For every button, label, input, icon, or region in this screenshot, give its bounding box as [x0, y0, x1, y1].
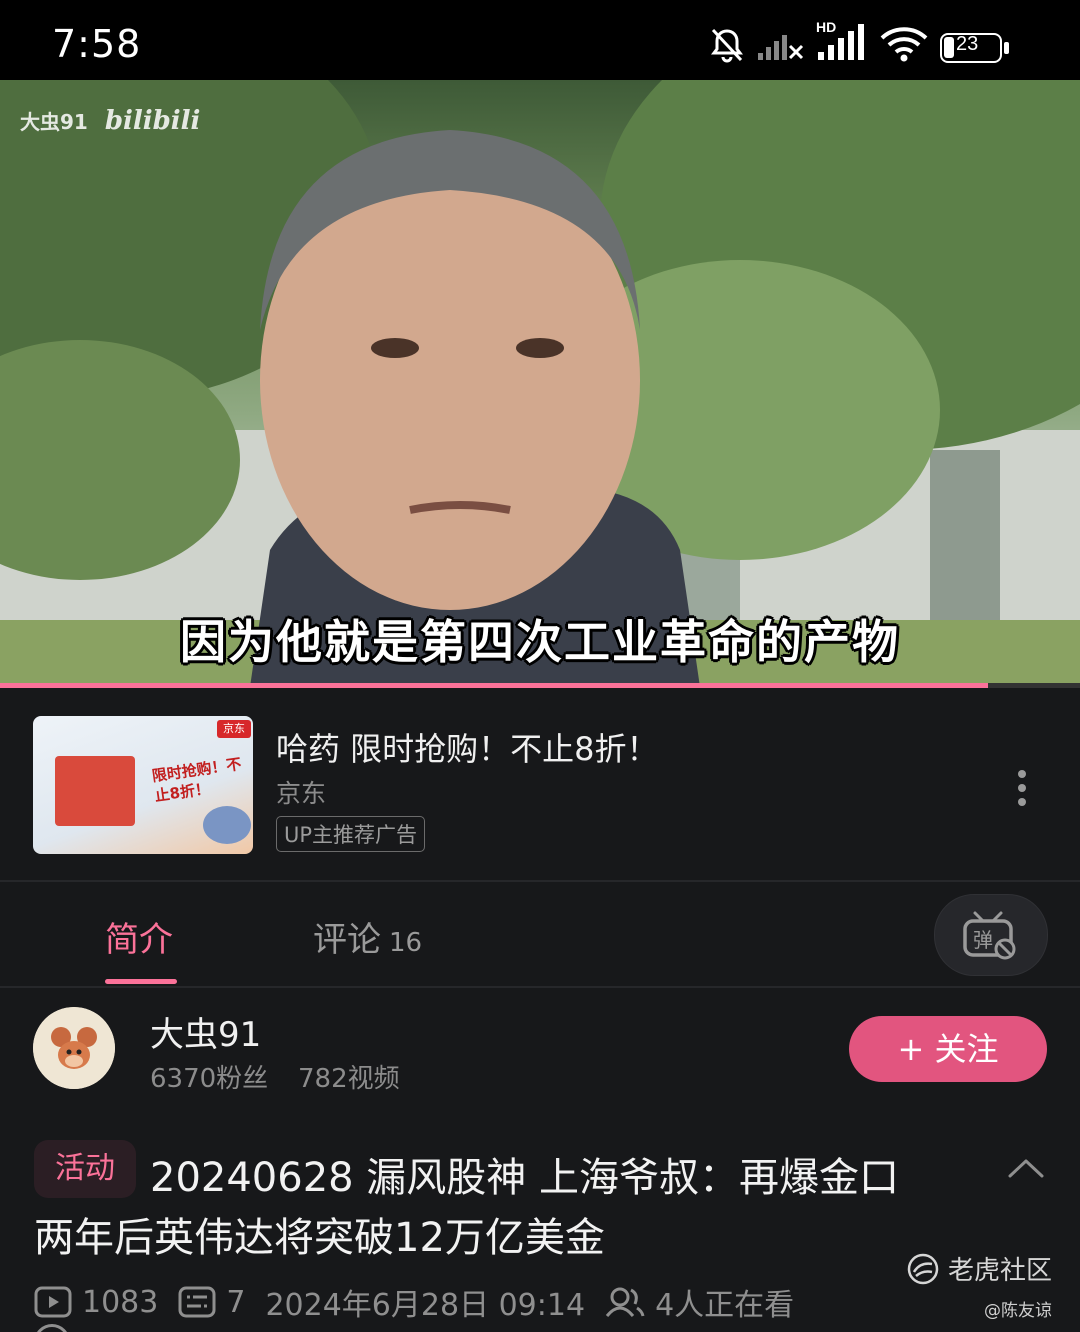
- uploader-name[interactable]: 大虫91: [150, 1007, 261, 1056]
- danmaku-count-value: 7: [226, 1284, 246, 1320]
- video-subtitle: 因为他就是第四次工业革命的产物: [180, 615, 900, 669]
- publish-date: 2024年6月28日 09:14: [265, 1288, 586, 1323]
- view-count: 1083: [34, 1285, 158, 1320]
- video-title-line1: 20240628 漏风股神 上海爷叔：再爆金口: [150, 1155, 900, 1201]
- play-count-icon: [34, 1286, 72, 1318]
- video-meta-row: 1083 7 2024年6月28日 09:14 4人正在看: [34, 1280, 814, 1324]
- people-icon: [605, 1287, 645, 1317]
- ad-thumbnail: 限时抢购！不止8折！ 京东: [33, 716, 253, 854]
- danmaku-off-icon: 弹: [963, 911, 1016, 960]
- ad-product-blob: [203, 806, 251, 844]
- video-player[interactable]: 大虫91 bilibili 因为他就是第四次工业革命的产物: [0, 80, 1080, 687]
- watching-now: 4人正在看: [605, 1280, 794, 1324]
- signal-no-service-icon: [758, 35, 804, 60]
- ad-source: 京东: [276, 779, 327, 808]
- svg-text:弹: 弹: [973, 928, 993, 952]
- tab-comments[interactable]: 评论 16: [313, 912, 422, 961]
- battery-percent: 23: [956, 33, 979, 55]
- watermark-brand: 老虎社区: [948, 1256, 1053, 1286]
- detail-tabs: 简介 评论 16 弹: [0, 882, 1080, 988]
- tiger-logo-icon: [907, 1253, 939, 1284]
- video-watermark: 大虫91 bilibili: [20, 106, 200, 136]
- ad-product-box: [55, 756, 135, 826]
- danmaku-count: 7: [178, 1285, 245, 1320]
- danmaku-count-icon: [178, 1286, 216, 1318]
- video-title-line2: 两年后英伟达将突破12万亿美金: [34, 1215, 605, 1261]
- status-time: 7:58: [52, 22, 142, 66]
- active-tab-indicator: [105, 979, 177, 984]
- svg-text:HD: HD: [816, 19, 836, 35]
- danmaku-toggle-button[interactable]: 弹: [934, 894, 1048, 976]
- tab-comments-label: 评论: [313, 920, 381, 960]
- battery-tip: [1004, 42, 1009, 54]
- watermark-user-handle: @陈友谅: [984, 1301, 1052, 1321]
- uploader-videos: 782视频: [298, 1064, 400, 1094]
- view-count-value: 1083: [82, 1284, 159, 1320]
- ad-thumb-brand: 京东: [217, 720, 251, 738]
- chevron-up-icon[interactable]: [1006, 1156, 1046, 1180]
- more-options-icon[interactable]: [1010, 768, 1034, 808]
- mute-bell-icon: [711, 28, 743, 63]
- battery-icon: 23: [940, 33, 1002, 63]
- battery-level: [944, 37, 954, 58]
- next-row-cutoff: [34, 1324, 454, 1332]
- ad-badge: UP主推荐广告: [276, 816, 426, 852]
- avatar[interactable]: [33, 1007, 115, 1089]
- tab-intro[interactable]: 简介: [105, 912, 173, 961]
- ad-card[interactable]: 限时抢购！不止8折！ 京东 哈药 限时抢购！不止8折！ 京东 UP主推荐广告: [0, 688, 1080, 882]
- video-frame-image: [0, 80, 1080, 687]
- comments-count: 16: [389, 928, 423, 958]
- watching-now-value: 4人正在看: [655, 1288, 795, 1323]
- status-bar: 7:58 HD 23: [0, 0, 1080, 80]
- ad-title[interactable]: 哈药 限时抢购！不止8折！: [276, 724, 659, 770]
- wifi-icon: [880, 27, 928, 62]
- community-watermark: 老虎社区: [906, 1250, 1052, 1287]
- follow-button[interactable]: + 关注: [849, 1016, 1047, 1082]
- event-tag[interactable]: 活动: [34, 1140, 136, 1198]
- avatar-mouse-image: [33, 1007, 115, 1089]
- bilibili-logo: bilibili: [104, 106, 201, 136]
- uploader-fans: 6370粉丝: [150, 1064, 269, 1094]
- watermark-user: 大虫91: [20, 110, 88, 134]
- ad-thumb-headline: 限时抢购！不止8折！: [150, 754, 243, 806]
- signal-hd-icon: HD: [816, 19, 864, 60]
